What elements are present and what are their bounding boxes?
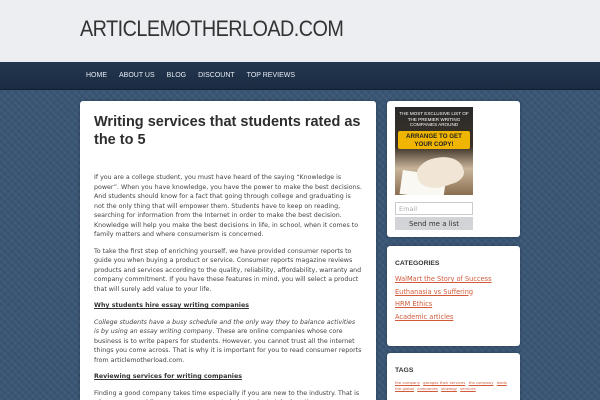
nav-item-discount[interactable]: DISCOUNT <box>192 62 241 90</box>
post-paragraph: If you are a college student, you must h… <box>94 174 362 238</box>
category-link[interactable]: Euthanasia vs Suffering <box>395 286 520 299</box>
tag-link[interactable]: the global <box>395 386 414 391</box>
promo-cta-button[interactable]: ARRANGE TO GET YOUR COPY! <box>398 131 470 149</box>
send-list-button[interactable]: Send me a list <box>395 217 473 230</box>
categories-heading: CATEGORIES <box>395 260 440 267</box>
tag-cloud: the company garages their services the c… <box>395 380 512 392</box>
categories-widget: CATEGORIES WalMart the Story of Success … <box>387 246 520 346</box>
tag-link[interactable]: garages their services <box>423 380 465 385</box>
main-content: Writing services that students rated as … <box>80 101 376 400</box>
nav-item-top-reviews[interactable]: TOP REVIEWS <box>241 62 301 90</box>
tag-link[interactable]: strategy <box>441 386 457 391</box>
site-header: ARTICLEMOTHERLOAD.COM <box>0 0 600 62</box>
post-paragraph: To take the first step of enriching your… <box>94 247 362 293</box>
post-subheading: Reviewing services for writing companies <box>94 373 242 380</box>
post-subheading: Why students hire essay writing companie… <box>94 302 249 309</box>
post-paragraph: College students have a busy schedule an… <box>94 318 362 366</box>
nav-list: HOME ABOUT US BLOG DISCOUNT TOP REVIEWS <box>80 62 301 90</box>
nav-item-blog[interactable]: BLOG <box>161 62 192 90</box>
category-link[interactable]: HRM Ethics <box>395 298 520 311</box>
tags-widget: TAGS the company garages their services … <box>387 353 520 400</box>
main-nav: HOME ABOUT US BLOG DISCOUNT TOP REVIEWS <box>0 62 600 90</box>
tags-heading: TAGS <box>395 367 414 374</box>
categories-list: WalMart the Story of Success Euthanasia … <box>395 273 520 323</box>
tag-link[interactable]: the company <box>395 380 420 385</box>
tag-link[interactable]: services <box>460 386 476 391</box>
post-title: Writing services that students rated as … <box>94 114 361 148</box>
tag-link[interactable]: the company <box>469 380 494 385</box>
site-title[interactable]: ARTICLEMOTHERLOAD.COM <box>80 16 344 42</box>
newsletter-widget: THE MOST EXCLUSIVE LIST OF THE PREMIER W… <box>387 101 520 237</box>
tag-link[interactable]: leads <box>497 380 507 385</box>
nav-item-about-us[interactable]: ABOUT US <box>113 62 161 90</box>
tag-link[interactable]: companies <box>417 386 438 391</box>
category-link[interactable]: WalMart the Story of Success <box>395 273 520 286</box>
post-body: If you are a college student, you must h… <box>94 173 362 400</box>
nav-item-home[interactable]: HOME <box>80 62 113 90</box>
promo-banner-image[interactable]: THE MOST EXCLUSIVE LIST OF THE PREMIER W… <box>395 107 473 195</box>
post-paragraph: Finding a good company takes time especi… <box>94 389 360 400</box>
promo-headline: THE MOST EXCLUSIVE LIST OF THE PREMIER W… <box>399 111 469 127</box>
category-link[interactable]: Academic articles <box>395 311 520 324</box>
email-field[interactable] <box>395 202 473 215</box>
